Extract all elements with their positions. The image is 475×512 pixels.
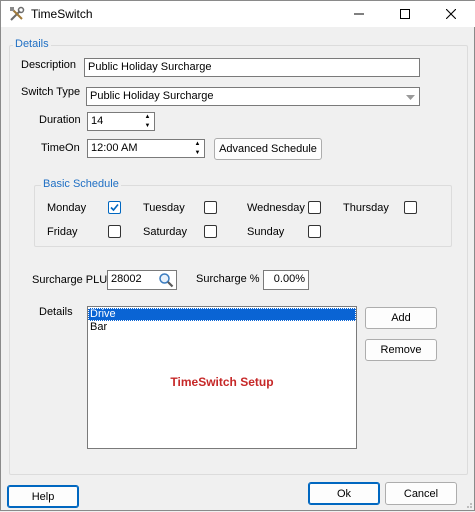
checkbox-sunday[interactable] [308,225,321,238]
spin-down-icon[interactable]: ▼ [191,149,204,158]
timeon-spinner[interactable]: 12:00 AM ▲ ▼ [87,139,205,158]
ok-button[interactable]: Ok [308,482,380,505]
minimize-icon [354,13,364,15]
timeon-value: 12:00 AM [91,142,138,154]
details-group-legend: Details [13,38,51,50]
day-label-friday: Friday [47,226,78,238]
minimize-button[interactable] [336,1,382,27]
duration-spin-buttons[interactable]: ▲ ▼ [141,113,154,130]
timeon-label: TimeOn [41,142,80,154]
day-label-monday: Monday [47,202,87,214]
details-listbox[interactable]: Drive Bar TimeSwitch Setup [87,306,357,449]
surcharge-plu-value: 28002 [111,273,142,285]
switch-type-label: Switch Type [21,86,81,98]
checkbox-tuesday[interactable] [204,201,217,214]
search-icon[interactable] [158,272,174,289]
checkbox-thursday[interactable] [404,201,417,214]
day-label-thursday: Thursday [343,202,389,214]
timeon-spin-buttons[interactable]: ▲ ▼ [191,140,204,157]
window-title: TimeSwitch [31,7,93,21]
switch-type-value: Public Holiday Surcharge [90,90,214,102]
resize-grip-icon[interactable] [463,499,473,512]
basic-schedule-legend: Basic Schedule [41,178,121,190]
spin-up-icon[interactable]: ▲ [191,140,204,149]
maximize-icon [400,9,410,19]
tools-icon [9,6,25,25]
spin-up-icon[interactable]: ▲ [141,113,154,122]
surcharge-plu-label: Surcharge PLU [32,274,108,286]
checkbox-friday[interactable] [108,225,121,238]
maximize-button[interactable] [382,1,428,27]
day-label-sunday: Sunday [247,226,285,238]
help-button[interactable]: Help [7,485,79,508]
checkbox-monday[interactable] [108,201,121,214]
duration-value: 14 [91,115,104,127]
advanced-schedule-button[interactable]: Advanced Schedule [214,138,322,160]
title-bar[interactable]: TimeSwitch [1,1,475,27]
list-item[interactable]: Drive [88,308,356,321]
remove-button[interactable]: Remove [365,339,437,361]
description-label: Description [21,59,77,71]
day-label-tuesday: Tuesday [143,202,185,214]
duration-label: Duration [39,114,81,126]
surcharge-plu-field[interactable]: 28002 [107,270,177,290]
add-button[interactable]: Add [365,307,437,329]
details-list-label: Details [39,306,73,318]
checkbox-wednesday[interactable] [308,201,321,214]
close-button[interactable] [428,1,474,27]
basic-schedule-group [34,185,452,247]
list-item[interactable]: Bar [88,321,356,334]
checkbox-saturday[interactable] [204,225,217,238]
day-label-saturday: Saturday [143,226,188,238]
surcharge-percent-field[interactable]: 0.00% [263,270,309,290]
timeswitch-dialog: TimeSwitch Details Description Public Ho… [0,0,475,511]
surcharge-percent-label: Surcharge % [196,273,260,285]
day-label-wednesday: Wednesday [247,202,305,214]
timeswitch-setup-watermark: TimeSwitch Setup [170,375,274,389]
spin-down-icon[interactable]: ▼ [141,122,154,131]
check-icon [110,203,119,212]
cancel-button[interactable]: Cancel [385,482,457,505]
chevron-down-icon [406,92,415,104]
close-icon [446,9,456,19]
description-field[interactable]: Public Holiday Surcharge [84,58,420,77]
duration-spinner[interactable]: 14 ▲ ▼ [87,112,155,131]
switch-type-select[interactable]: Public Holiday Surcharge [86,87,420,106]
